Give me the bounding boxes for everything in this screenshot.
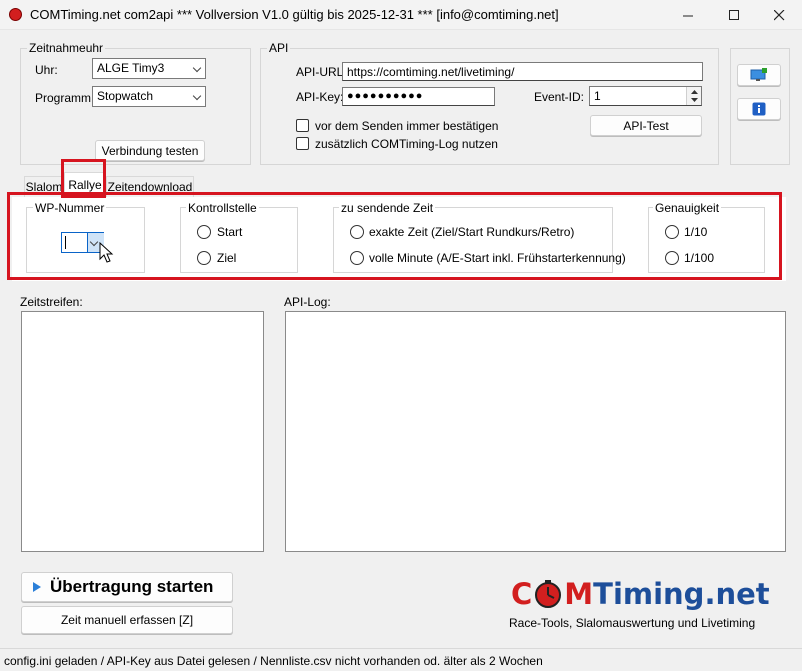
uhr-value: ALGE Timy3	[97, 61, 165, 75]
minimize-icon	[682, 15, 693, 16]
event-id-label: Event-ID:	[534, 90, 585, 104]
maximize-button[interactable]	[711, 0, 757, 30]
rallye-panel-highlight	[7, 192, 782, 280]
api-url-label: API-URL:	[296, 65, 347, 79]
api-key-input[interactable]: ●●●●●●●●●●	[342, 87, 495, 106]
confirm-label: vor dem Senden immer bestätigen	[315, 119, 499, 133]
info-icon	[752, 102, 766, 116]
monitor-button[interactable]	[737, 64, 781, 86]
comtiming-logo: C M Timing.net	[511, 574, 770, 614]
app-icon	[9, 8, 22, 21]
programm-select[interactable]: Stopwatch	[92, 86, 206, 107]
api-key-label: API-Key:	[296, 90, 344, 104]
zeitstreifen-list[interactable]	[21, 311, 264, 552]
log-checkbox[interactable]	[296, 137, 309, 150]
api-url-input[interactable]: https://comtiming.net/livetiming/	[342, 62, 703, 81]
info-button[interactable]	[737, 98, 781, 120]
verbindung-testen-button[interactable]: Verbindung testen	[95, 140, 205, 161]
uebertragung-starten-label: Übertragung starten	[50, 577, 214, 596]
programm-value: Stopwatch	[97, 89, 154, 103]
status-text: config.ini geladen / API-Key aus Datei g…	[4, 654, 543, 668]
chevron-down-icon	[192, 63, 202, 73]
play-icon	[33, 582, 41, 592]
api-title: API	[267, 41, 291, 55]
event-id-spinner[interactable]	[686, 87, 701, 105]
close-button[interactable]	[756, 0, 802, 30]
maximize-icon	[728, 9, 739, 20]
zeitstreifen-label: Zeitstreifen:	[20, 295, 83, 309]
window-title: COMTiming.net com2api *** Vollversion V1…	[30, 7, 559, 22]
zeit-manuell-button[interactable]: Zeit manuell erfassen [Z]	[21, 606, 233, 634]
confirm-checkbox[interactable]	[296, 119, 309, 132]
chevron-down-icon	[192, 91, 202, 101]
uhr-select[interactable]: ALGE Timy3	[92, 58, 206, 79]
uhr-label: Uhr:	[35, 63, 58, 77]
event-id-value: 1	[594, 89, 601, 103]
logo-tagline: Race-Tools, Slalomauswertung und Livetim…	[509, 616, 756, 630]
spinner-arrows-icon	[691, 90, 698, 102]
uebertragung-starten-button[interactable]: Übertragung starten	[21, 572, 233, 602]
logo-timing: Timing.net	[593, 577, 770, 611]
close-icon	[773, 9, 784, 20]
stopwatch-icon	[535, 580, 562, 608]
programm-label: Programm:	[35, 91, 95, 105]
api-log-label: API-Log:	[284, 295, 331, 309]
zeitnahmeuhr-title: Zeitnahmeuhr	[27, 41, 106, 55]
api-log-list[interactable]	[285, 311, 786, 552]
monitor-icon	[750, 68, 767, 81]
logo-m: M	[564, 577, 594, 611]
logo-c: C	[511, 577, 533, 611]
api-test-button[interactable]: API-Test	[590, 115, 702, 136]
log-label: zusätzlich COMTiming-Log nutzen	[315, 137, 498, 151]
minimize-button[interactable]	[665, 0, 711, 30]
